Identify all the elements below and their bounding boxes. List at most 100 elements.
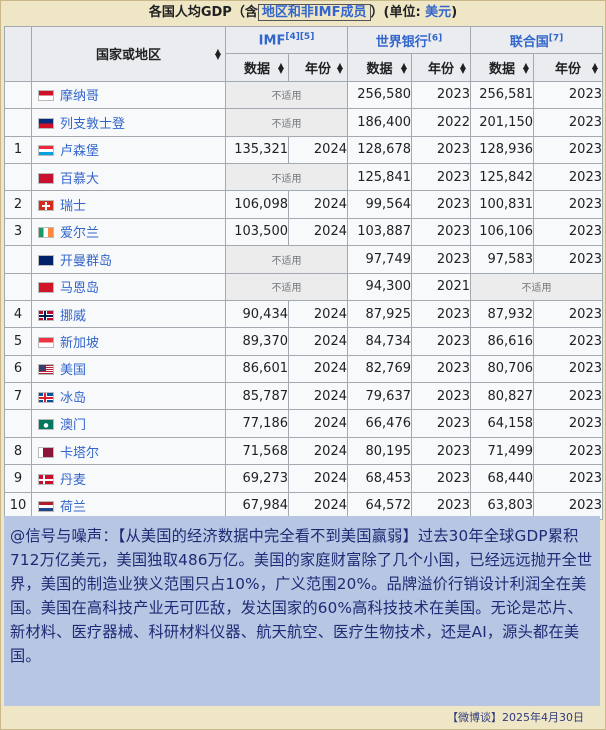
table-row: 百慕大 不适用 125,841 2023 125,842 2023 bbox=[4, 162, 603, 192]
imf-year-cell: 2024 bbox=[288, 436, 348, 466]
weibo-note: @信号与噪声：【从美国的经济数据中完全看不到美国赢弱】过去30年全球GDP累积7… bbox=[4, 516, 600, 706]
caption-highlight-link[interactable]: 地区和非IMF成员 bbox=[257, 4, 371, 21]
rank-cell bbox=[4, 245, 32, 274]
imf-value-header[interactable]: 数据 ▲ ▼ bbox=[225, 53, 289, 82]
country-header-label: 国家或地区 bbox=[95, 48, 161, 64]
iceland-flag-icon bbox=[38, 391, 54, 403]
country-link[interactable]: 爱尔兰 bbox=[60, 226, 99, 241]
imf-value-cell: 69,273 bbox=[225, 464, 289, 493]
sort-arrows-icon: ▲ ▼ bbox=[400, 60, 407, 75]
un-value-header[interactable]: 数据 ▲ ▼ bbox=[470, 53, 534, 82]
caption-suffix: ）(单位: bbox=[370, 5, 426, 20]
sort-arrows-icon: ▲ ▼ bbox=[459, 60, 466, 75]
imf-header-link[interactable]: IMF[4][5] bbox=[225, 25, 348, 55]
country-link[interactable]: 新加坡 bbox=[60, 336, 99, 351]
wb-value-cell: 82,769 bbox=[347, 354, 412, 384]
un-year-header[interactable]: 年份 ▲ ▼ bbox=[533, 53, 603, 82]
singapore-flag-icon bbox=[38, 336, 54, 348]
switzerland-flag-icon bbox=[38, 200, 54, 212]
wb-year-cell: 2023 bbox=[411, 80, 471, 110]
sort-arrows-icon: ▲ ▼ bbox=[522, 60, 529, 75]
wb-year-cell: 2023 bbox=[411, 464, 471, 493]
rank-cell bbox=[4, 108, 32, 137]
imf-year-cell: 2024 bbox=[288, 382, 348, 411]
cayman-flag-icon bbox=[38, 254, 54, 266]
rank-cell bbox=[4, 162, 32, 192]
isleofman-flag-icon bbox=[38, 282, 54, 294]
country-link[interactable]: 开曼群岛 bbox=[60, 254, 112, 269]
caption-close: ) bbox=[451, 5, 458, 20]
rank-cell: 4 bbox=[4, 299, 32, 329]
un-year-cell: 2023 bbox=[533, 162, 603, 192]
worldbank-value-header-label: 数据 bbox=[366, 62, 393, 78]
table-row: 4 挪威 90,434 2024 87,925 2023 87,932 2023 bbox=[4, 299, 603, 329]
wb-year-cell: 2023 bbox=[411, 190, 471, 219]
country-link[interactable]: 挪威 bbox=[60, 309, 86, 324]
worldbank-refs[interactable]: [6] bbox=[428, 33, 443, 43]
table-row: 1 卢森堡 135,321 2024 128,678 2023 128,936 2023 bbox=[4, 135, 603, 164]
wb-year-cell: 2023 bbox=[411, 299, 471, 329]
wb-year-cell: 2023 bbox=[411, 162, 471, 192]
imf-value-cell: 90,434 bbox=[225, 299, 289, 329]
wb-year-cell: 2021 bbox=[411, 272, 471, 301]
imf-year-cell: 2024 bbox=[288, 299, 348, 329]
netherlands-flag-icon bbox=[38, 501, 54, 513]
imf-not-applicable-cell: 不适用 bbox=[225, 162, 348, 192]
country-cell: 卢森堡 bbox=[31, 135, 226, 164]
country-link[interactable]: 美国 bbox=[60, 363, 86, 378]
note-text: @信号与噪声：【从美国的经济数据中完全看不到美国赢弱】过去30年全球GDP累积7… bbox=[10, 527, 593, 665]
imf-label: IMF bbox=[258, 33, 286, 49]
caption-prefix: 各国人均GDP（含 bbox=[148, 5, 258, 20]
imf-year-cell: 2024 bbox=[288, 190, 348, 219]
un-year-cell: 2023 bbox=[533, 327, 603, 356]
country-link[interactable]: 列支敦士登 bbox=[60, 117, 125, 132]
country-cell: 列支敦士登 bbox=[31, 108, 226, 137]
country-link[interactable]: 卢森堡 bbox=[60, 144, 99, 159]
worldbank-label: 世界银行 bbox=[375, 34, 428, 50]
country-cell: 丹麦 bbox=[31, 464, 226, 493]
wb-year-cell: 2023 bbox=[411, 436, 471, 466]
imf-value-cell: 77,186 bbox=[225, 409, 289, 438]
rank-cell: 6 bbox=[4, 354, 32, 384]
imf-year-header[interactable]: 年份 ▲ ▼ bbox=[288, 53, 348, 82]
country-link[interactable]: 卡塔尔 bbox=[60, 446, 99, 461]
norway-flag-icon bbox=[38, 309, 54, 321]
imf-value-cell: 86,601 bbox=[225, 354, 289, 384]
wb-year-cell: 2023 bbox=[411, 245, 471, 274]
un-value-cell: 80,706 bbox=[470, 354, 534, 384]
country-link[interactable]: 马恩岛 bbox=[60, 281, 99, 296]
country-cell: 马恩岛 bbox=[31, 272, 226, 301]
country-link[interactable]: 瑞士 bbox=[60, 199, 86, 214]
country-link[interactable]: 丹麦 bbox=[60, 473, 86, 488]
country-link[interactable]: 荷兰 bbox=[60, 500, 86, 515]
un-value-cell: 68,440 bbox=[470, 464, 534, 493]
rank-cell: 1 bbox=[4, 135, 32, 164]
rank-cell: 3 bbox=[4, 217, 32, 247]
un-not-applicable-cell: 不适用 bbox=[470, 272, 603, 301]
worldbank-header-link[interactable]: 世界银行[6] bbox=[347, 25, 471, 55]
un-year-cell: 2023 bbox=[533, 217, 603, 247]
un-value-header-label: 数据 bbox=[488, 62, 515, 78]
imf-value-header-label: 数据 bbox=[243, 62, 270, 78]
un-label: 联合国 bbox=[509, 34, 549, 50]
country-link[interactable]: 冰岛 bbox=[60, 391, 86, 406]
worldbank-value-header[interactable]: 数据 ▲ ▼ bbox=[347, 53, 412, 82]
table-caption: 各国人均GDP（含 地区和非IMF成员 ）(单位: 美元) bbox=[0, 2, 606, 24]
imf-value-cell: 89,370 bbox=[225, 327, 289, 356]
table-row: 9 丹麦 69,273 2024 68,453 2023 68,440 2023 bbox=[4, 464, 603, 493]
wb-value-cell: 256,580 bbox=[347, 80, 412, 110]
country-header[interactable]: 国家或地区 ▲ ▼ bbox=[31, 26, 226, 82]
un-header-link[interactable]: 联合国[7] bbox=[470, 25, 603, 55]
imf-refs[interactable]: [4][5] bbox=[285, 32, 314, 42]
worldbank-year-header[interactable]: 年份 ▲ ▼ bbox=[411, 53, 471, 82]
caption-unit-link[interactable]: 美元 bbox=[425, 5, 451, 20]
wb-value-cell: 99,564 bbox=[347, 190, 412, 219]
rank-cell bbox=[4, 272, 32, 301]
country-link[interactable]: 摩纳哥 bbox=[60, 89, 99, 104]
imf-year-header-label: 年份 bbox=[304, 62, 331, 78]
country-link[interactable]: 百慕大 bbox=[60, 172, 99, 187]
un-refs[interactable]: [7] bbox=[549, 33, 564, 43]
luxembourg-flag-icon bbox=[38, 145, 54, 157]
rank-cell: 5 bbox=[4, 327, 32, 356]
country-link[interactable]: 澳门 bbox=[60, 418, 86, 433]
